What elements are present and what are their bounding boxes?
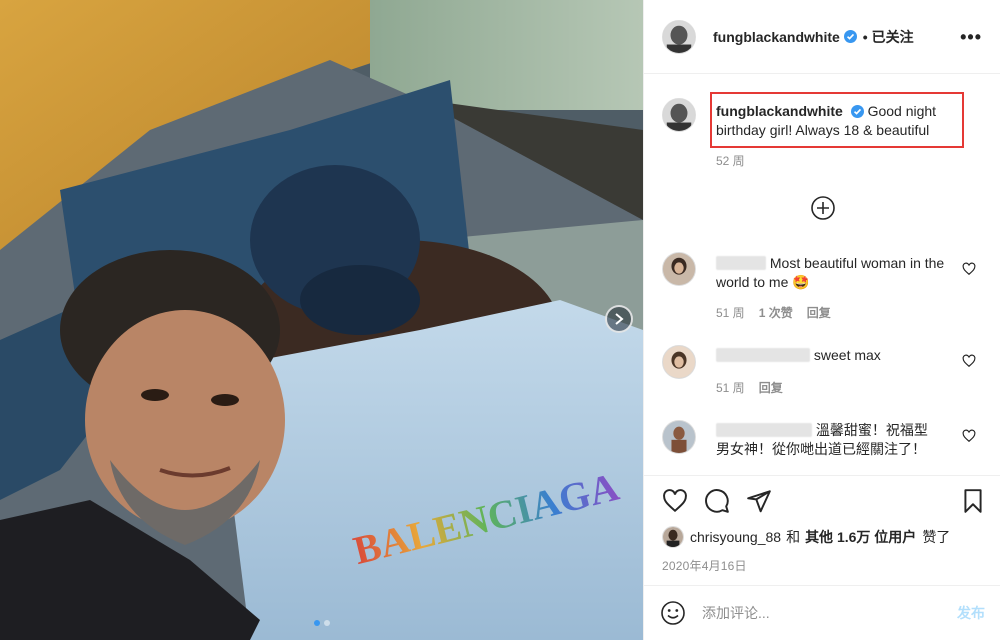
avatar-image [663,99,695,131]
caption-username[interactable]: fungblackandwhite [716,103,843,119]
emoji-icon[interactable] [660,600,686,626]
verified-badge-icon [843,30,857,43]
photo-illustration: BALENCIAGA [0,0,643,640]
likes-suffix: 赞了 [922,529,951,545]
liker-avatar[interactable] [662,526,684,548]
avatar-image [663,421,695,453]
avatar-image [663,527,683,547]
post-header: fungblackandwhite • 已关注 ••• [644,0,1000,74]
carousel-dot [323,620,330,626]
comment-item: sweet max 51 周 回复 [662,345,992,405]
commenter-avatar[interactable] [662,420,696,454]
more-options-icon[interactable]: ••• [960,28,982,46]
author-avatar[interactable] [662,19,696,54]
carousel-next-button[interactable] [605,305,633,333]
commenter-avatar[interactable] [662,252,696,286]
avatar-image [663,20,695,53]
post-view: BALENCIAGA fungblackandwhite • 已关注 ••• f… [0,0,1000,640]
comment-body: 溫馨甜蜜！祝福型男女神！從你哋出道已經關注了！ [716,421,941,459]
caption-avatar[interactable] [662,98,696,132]
post-photo[interactable]: BALENCIAGA [0,0,643,640]
likes-others-count[interactable]: 其他 1.6万 位用户 [805,527,916,547]
comment-item: 溫馨甜蜜！祝福型男女神！從你哋出道已經關注了！ [662,420,992,475]
post-comment-button[interactable]: 发布 [957,603,985,623]
blurred-username [716,423,812,437]
post-date[interactable]: 2020年4月16日 [662,557,747,574]
likes-and: 和 [786,529,801,545]
share-icon[interactable] [746,488,772,514]
comment-likes[interactable]: 1 次赞 [759,304,793,321]
comment-time[interactable]: 51 周 [716,379,745,396]
comment-body: Most beautiful woman in the world to me … [716,254,946,292]
comment-input[interactable] [702,605,922,621]
heart-icon[interactable] [962,262,976,276]
carousel-dot-active [313,620,320,626]
caption-timestamp[interactable]: 52 周 [716,152,745,169]
comments-section: fungblackandwhite Good night birthday gi… [644,75,1000,475]
comment-meta: 51 周 回复 [716,379,783,396]
likes-summary: chrisyoung_88 和 其他 1.6万 位用户 赞了 [662,526,950,548]
heart-icon[interactable] [662,488,688,514]
commenter-avatar[interactable] [662,345,696,379]
chevron-right-icon [615,313,624,325]
plus-circle-icon[interactable] [810,195,836,221]
comment-icon[interactable] [704,488,730,514]
blurred-username [716,256,766,270]
heart-icon[interactable] [962,429,976,443]
reply-button[interactable]: 回复 [759,379,783,396]
carousel-indicator [0,620,643,626]
bookmark-icon[interactable] [960,488,986,514]
heart-icon[interactable] [962,354,976,368]
author-username[interactable]: fungblackandwhite [713,29,840,45]
caption-text: fungblackandwhite Good night birthday gi… [716,102,956,140]
reply-button[interactable]: 回复 [807,304,831,321]
following-status[interactable]: • 已关注 [863,27,914,47]
blurred-username [716,348,810,362]
post-side-panel: fungblackandwhite • 已关注 ••• fungblackand… [643,0,1000,640]
comment-body: sweet max [716,346,946,365]
caption-row [662,98,696,132]
avatar-image [663,346,695,378]
liker-username[interactable]: chrisyoung_88 [690,529,781,545]
comment-item: Most beautiful woman in the world to me … [662,252,992,332]
comment-time[interactable]: 51 周 [716,304,745,321]
comment-text: sweet max [813,347,881,363]
avatar-image [663,253,695,285]
verified-badge-icon [850,105,864,118]
post-actions: chrisyoung_88 和 其他 1.6万 位用户 赞了 2020年4月16… [644,475,1000,585]
add-comment-bar: 发布 [644,585,1000,640]
comment-meta: 51 周 1 次赞 回复 [716,304,831,321]
